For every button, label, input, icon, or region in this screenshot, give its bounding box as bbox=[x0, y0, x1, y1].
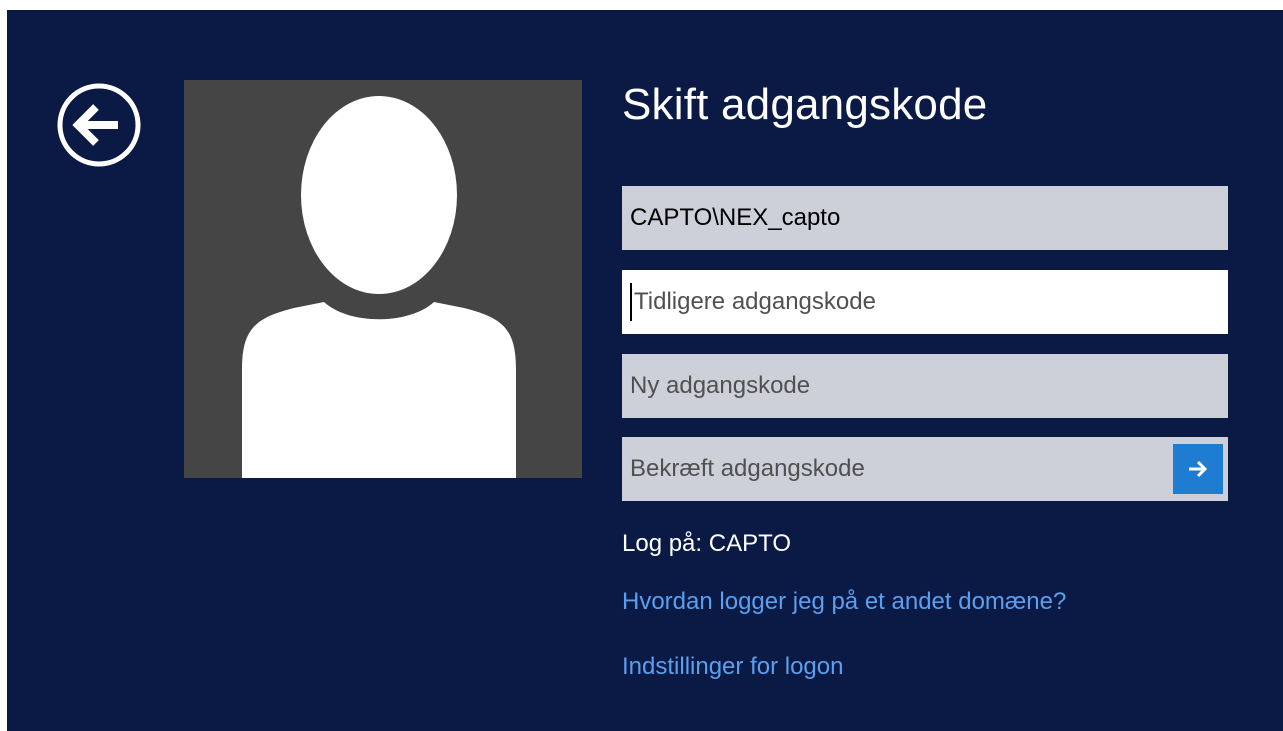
user-silhouette-icon bbox=[242, 96, 516, 478]
back-button[interactable] bbox=[56, 82, 142, 168]
user-avatar bbox=[184, 80, 582, 478]
arrow-left-circle-icon bbox=[57, 83, 141, 167]
old-password-placeholder: Tidligere adgangskode bbox=[634, 288, 876, 315]
username-field[interactable]: CAPTO\NEX_capto bbox=[622, 186, 1228, 250]
old-password-input[interactable]: Tidligere adgangskode bbox=[622, 270, 1228, 334]
confirm-password-placeholder: Bekræft adgangskode bbox=[630, 455, 865, 482]
username-value: CAPTO\NEX_capto bbox=[630, 204, 841, 231]
page-title: Skift adgangskode bbox=[622, 80, 988, 129]
logon-options-link[interactable]: Indstillinger for logon bbox=[622, 653, 843, 681]
arrow-right-icon bbox=[1189, 460, 1208, 478]
text-caret bbox=[630, 283, 632, 321]
other-domain-link[interactable]: Hvordan logger jeg på et andet domæne? bbox=[622, 588, 1066, 616]
lock-screen: Skift adgangskode CAPTO\NEX_capto Tidlig… bbox=[7, 10, 1283, 731]
new-password-placeholder: Ny adgangskode bbox=[630, 372, 811, 399]
signin-domain-label: Log på: CAPTO bbox=[622, 530, 791, 557]
new-password-input[interactable]: Ny adgangskode bbox=[622, 354, 1228, 418]
confirm-password-input[interactable]: Bekræft adgangskode bbox=[622, 437, 1228, 501]
submit-button[interactable] bbox=[1173, 444, 1223, 494]
